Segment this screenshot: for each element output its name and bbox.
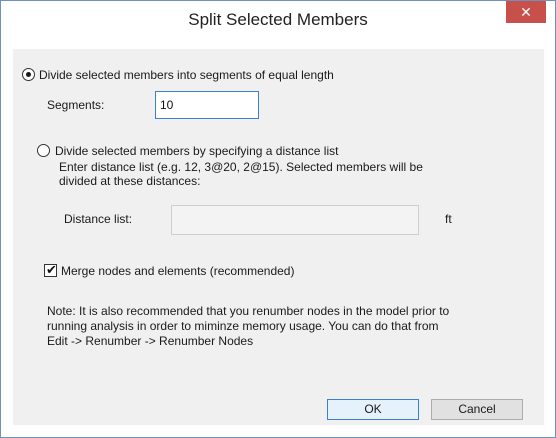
cancel-button[interactable]: Cancel xyxy=(431,399,523,420)
radio-selected-dot xyxy=(26,72,31,77)
radio-distance-list[interactable] xyxy=(37,144,50,157)
close-icon: ✕ xyxy=(520,4,532,20)
dialog-body: Divide selected members into segments of… xyxy=(13,49,544,425)
segments-input[interactable] xyxy=(155,91,259,119)
distance-unit-label: ft xyxy=(445,212,452,226)
merge-checkbox[interactable]: ✔ xyxy=(44,262,57,277)
note-text: Note: It is also recommended that you re… xyxy=(47,304,449,349)
radio-equal-length-label[interactable]: Divide selected members into segments of… xyxy=(39,68,334,82)
note-line-3: Edit -> Renumber -> Renumber Nodes xyxy=(47,334,254,348)
radio-equal-length[interactable] xyxy=(22,68,35,81)
ok-button[interactable]: OK xyxy=(327,399,419,420)
dialog-window: Split Selected Members ✕ Divide selected… xyxy=(0,0,556,438)
dialog-title: Split Selected Members xyxy=(188,10,368,29)
distance-hint-line-2: divided at these distances: xyxy=(59,174,201,188)
close-button[interactable]: ✕ xyxy=(506,1,546,23)
segments-label: Segments: xyxy=(47,98,105,112)
note-line-1: Note: It is also recommended that you re… xyxy=(47,304,450,318)
distance-list-input[interactable] xyxy=(171,205,419,235)
merge-checkbox-label[interactable]: Merge nodes and elements (recommended) xyxy=(61,264,294,278)
check-icon: ✔ xyxy=(46,262,57,277)
distance-hint-line-1: Enter distance list (e.g. 12, 3@20, 2@15… xyxy=(59,160,423,174)
radio-distance-list-label[interactable]: Divide selected members by specifying a … xyxy=(55,144,338,158)
distance-list-label: Distance list: xyxy=(64,212,133,226)
title-bar: Split Selected Members ✕ xyxy=(1,1,555,39)
note-line-2: running analysis in order to miminze mem… xyxy=(47,319,439,333)
